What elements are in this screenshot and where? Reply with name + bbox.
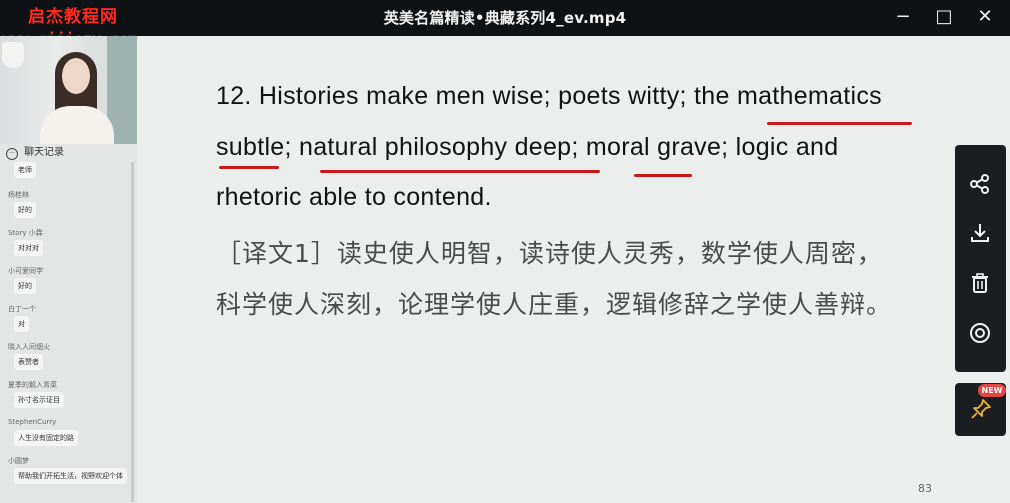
underline-annotation <box>634 174 692 177</box>
chat-message: 老师 <box>0 162 130 188</box>
close-button[interactable]: ✕ <box>968 0 1002 36</box>
chat-message: Story 小霖 对对对 <box>0 226 130 264</box>
new-badge: NEW <box>978 384 1006 397</box>
chat-username: 晓入人间烟火 <box>8 343 50 351</box>
chat-username: 杨桂林 <box>8 191 29 199</box>
chat-message-text: 好的 <box>14 278 36 294</box>
chat-message: 杨桂林 好的 <box>0 188 130 226</box>
chat-message-text: 好的 <box>14 202 36 218</box>
underline-annotation <box>219 166 279 169</box>
chat-message: 晓入人间烟火 表赞者 <box>0 340 130 378</box>
maximize-button[interactable]: □ <box>927 0 961 36</box>
delete-button[interactable] <box>955 258 1006 308</box>
chat-message-list[interactable]: 老师 杨桂林 好的 Story 小霖 对对对 小可爱同学 好的 白丁一个 对 晓… <box>0 162 130 492</box>
chat-username: 小可爱同学 <box>8 267 43 275</box>
chat-message-text: 人生没有固定的路 <box>14 430 78 446</box>
presenter-face <box>62 58 90 94</box>
chat-header: ··· 聊天记录 <box>0 144 137 162</box>
trash-icon <box>972 273 988 293</box>
underline-annotation <box>320 170 600 173</box>
underline-annotation <box>767 122 912 125</box>
presenter-body <box>40 106 114 144</box>
chat-username: 小圆梦 <box>8 457 29 465</box>
page-number: 83 <box>918 482 932 495</box>
minimize-button[interactable]: − <box>886 0 920 36</box>
download-icon <box>971 224 989 242</box>
chat-message-text: 对对对 <box>14 240 43 256</box>
chat-message-text: 对 <box>14 316 29 332</box>
chat-header-label: 聊天记录 <box>24 147 64 158</box>
chat-message: 小可爱同学 好的 <box>0 264 130 302</box>
download-button[interactable] <box>955 208 1006 258</box>
pin-icon <box>971 399 991 419</box>
webcam-video <box>0 36 137 144</box>
chat-username: Story 小霖 <box>8 229 43 237</box>
chat-scrollbar[interactable] <box>131 162 134 502</box>
english-text-line-1: 12. Histories make men wise; poets witty… <box>216 82 882 110</box>
chat-message-text: 帮助我们开拓生活，视野欢迎个体 <box>14 468 127 484</box>
chat-message: StephenCurry 人生没有固定的路 <box>0 416 130 454</box>
title-bar: 英美名篇精读•典藏系列4_ev.mp4 − □ ✕ <box>0 0 1010 36</box>
chat-message: 夏季的鹅入青菜 孙寸名示证目 <box>0 378 130 416</box>
english-text-line-3: rhetoric able to contend. <box>216 183 492 211</box>
chat-message-text: 老师 <box>14 162 36 178</box>
english-text-line-2: subtle; natural philosophy deep; moral g… <box>216 133 839 161</box>
chat-bubble-icon: ··· <box>6 148 18 160</box>
window-title: 英美名篇精读•典藏系列4_ev.mp4 <box>383 9 627 27</box>
chinese-translation-line-2: 科学使人深刻，论理学使人庄重，逻辑修辞之学使人善辩。 <box>216 290 893 319</box>
slide-content: 12. Histories make men wise; poets witty… <box>137 36 1010 503</box>
share-icon <box>970 174 989 194</box>
chat-username: 夏季的鹅入青菜 <box>8 381 57 389</box>
chat-message-text: 表赞者 <box>14 354 43 370</box>
chat-panel: ··· 聊天记录 老师 杨桂林 好的 Story 小霖 对对对 小可爱同学 好的… <box>0 144 137 503</box>
record-icon <box>970 323 990 343</box>
chat-message: 白丁一个 对 <box>0 302 130 340</box>
share-button[interactable] <box>955 159 1006 209</box>
chat-message-text: 孙寸名示证目 <box>14 392 64 408</box>
chat-username: 白丁一个 <box>8 305 36 313</box>
side-toolbar <box>955 145 1006 372</box>
chat-username: StephenCurry <box>8 418 57 426</box>
chat-message: 小圆梦 帮助我们开拓生活，视野欢迎个体 <box>0 454 130 492</box>
record-button[interactable] <box>955 308 1006 358</box>
chinese-translation-line-1: ［译文1］读史使人明智，读诗使人灵秀，数学使人周密， <box>216 239 883 268</box>
watermark-site-name: 启杰教程网 <box>28 7 118 27</box>
webcam-lamp <box>2 42 24 68</box>
